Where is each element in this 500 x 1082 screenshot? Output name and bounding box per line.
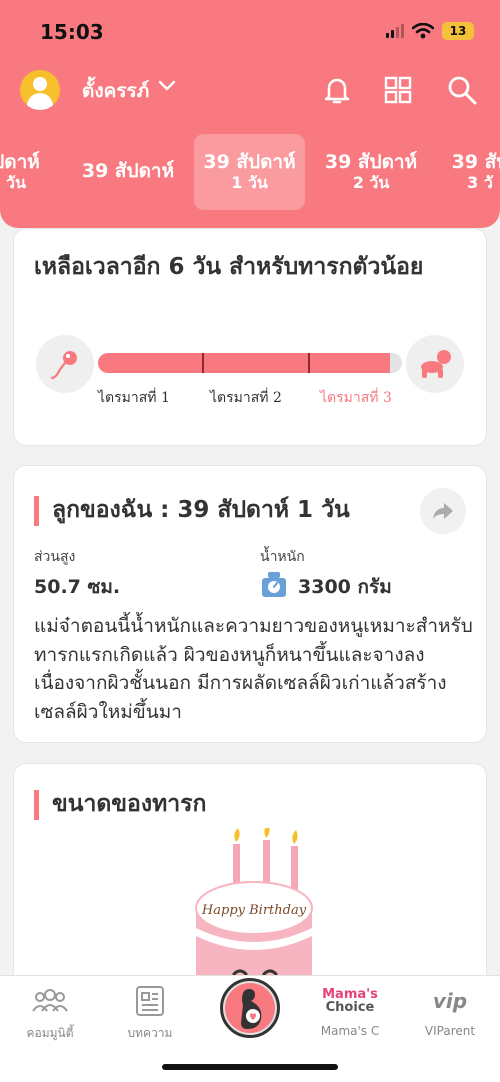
nav-label: คอมมูนิตี้ bbox=[26, 1026, 74, 1040]
chevron-down-icon[interactable] bbox=[158, 78, 176, 97]
week-tab[interactable]: 39 สัปดาห์ 2 วัน bbox=[319, 134, 423, 210]
trimester-label-3: ไตรมาสที่ 3 bbox=[320, 390, 392, 406]
pregnancy-home-button[interactable] bbox=[220, 978, 280, 1038]
trimester-label-1: ไตรมาสที่ 1 bbox=[98, 390, 170, 406]
countdown-card: เหลือเวลาอีก 6 วัน สำหรับทารกตัวน้อย ไตร… bbox=[14, 229, 486, 445]
section-accent-bar bbox=[34, 790, 39, 820]
community-icon bbox=[31, 986, 69, 1016]
cake-text: Happy Birthday bbox=[201, 903, 307, 918]
avatar[interactable] bbox=[20, 70, 60, 110]
baby-description: แม่จ๋าตอนนี้น้ำหนักและความยาวของหนูเหมาะ… bbox=[34, 615, 473, 723]
crawling-baby-icon bbox=[406, 335, 464, 393]
status-icons: 13 bbox=[386, 22, 474, 40]
height-value: 50.7 ซม. bbox=[34, 576, 121, 598]
week-tab[interactable]: ปดาห์วัน bbox=[0, 134, 56, 210]
search-icon[interactable] bbox=[442, 70, 482, 110]
nav-label: บทความ bbox=[127, 1026, 173, 1040]
size-title: ขนาดของทารก bbox=[52, 791, 207, 817]
pregnant-mother-icon bbox=[225, 983, 275, 1033]
status-bar: 15:03 13 bbox=[0, 0, 500, 60]
nav-community[interactable]: คอมมูนิตี้ bbox=[0, 976, 100, 1056]
week-tab[interactable]: 39 สัป3 วั bbox=[440, 134, 500, 210]
weight-label: น้ำหนัก bbox=[260, 549, 305, 565]
trimester-progress-bar bbox=[98, 353, 400, 373]
baby-info-card: ลูกของฉัน : 39 สัปดาห์ 1 วัน ส่วนสูง 50.… bbox=[14, 466, 486, 742]
grid-menu-icon[interactable] bbox=[378, 70, 418, 110]
share-button[interactable] bbox=[420, 488, 466, 534]
viparent-logo: vip bbox=[432, 989, 468, 1013]
trimester-label-2: ไตรมาสที่ 2 bbox=[210, 390, 282, 406]
scale-icon bbox=[262, 572, 286, 597]
nav-mamas-choice[interactable]: Mama's Choice Mama's C bbox=[300, 976, 400, 1056]
week-tab-selected[interactable]: 39 สัปดาห์ 1 วัน bbox=[194, 134, 305, 210]
week-tab[interactable]: 39 สัปดาห์ bbox=[76, 134, 180, 210]
progress-divider bbox=[202, 353, 204, 373]
weight-value: 3300 กรัม bbox=[298, 576, 392, 598]
battery-icon: 13 bbox=[442, 22, 474, 40]
progress-divider bbox=[308, 353, 310, 373]
progress-remaining bbox=[390, 353, 402, 373]
bell-icon[interactable] bbox=[317, 70, 357, 110]
article-icon bbox=[135, 986, 165, 1016]
share-icon bbox=[433, 503, 453, 519]
profile-name[interactable]: ตั้งครรภ์ bbox=[82, 76, 149, 106]
wifi-icon bbox=[412, 23, 434, 39]
home-indicator bbox=[162, 1064, 338, 1070]
nav-viparent[interactable]: vip VIParent bbox=[400, 976, 500, 1056]
app-header: 15:03 13 ตั้งครรภ์ ดาห์ วัน 39 สัปดาห์ 3… bbox=[0, 0, 500, 228]
countdown-text: เหลือเวลาอีก 6 วัน สำหรับทารกตัวน้อย bbox=[34, 254, 424, 280]
mamas-choice-logo: Mama's Choice bbox=[322, 987, 378, 1015]
status-time: 15:03 bbox=[40, 20, 104, 44]
top-bar: ตั้งครรภ์ bbox=[0, 66, 500, 112]
week-selector[interactable]: ปดาห์วัน 39 สัปดาห์ 39 สัปดาห์1 วัน 39 ส… bbox=[0, 134, 500, 210]
section-accent-bar bbox=[34, 496, 39, 526]
signal-icon bbox=[386, 24, 404, 38]
nav-label: VIParent bbox=[424, 1024, 476, 1038]
sperm-icon bbox=[36, 335, 94, 393]
baby-title: ลูกของฉัน : 39 สัปดาห์ 1 วัน bbox=[52, 497, 350, 523]
nav-articles[interactable]: บทความ bbox=[100, 976, 200, 1056]
height-label: ส่วนสูง bbox=[34, 549, 76, 565]
nav-label: Mama's C bbox=[320, 1024, 380, 1038]
